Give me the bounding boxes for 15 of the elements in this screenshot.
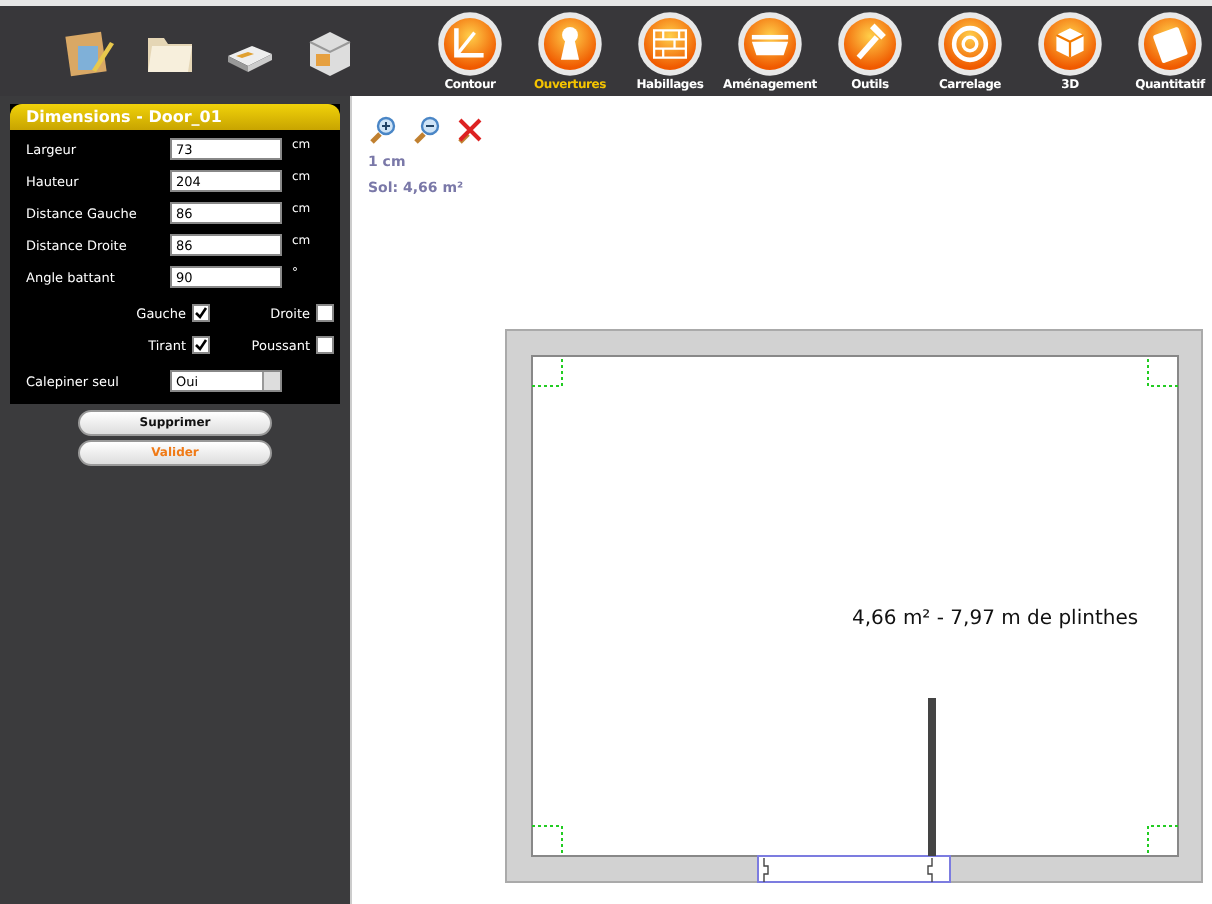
- checkbox[interactable]: [192, 304, 210, 322]
- room-dimension-label: 4,66 m² - 7,97 m de plinthes: [852, 608, 1139, 630]
- hammer-icon: [836, 10, 904, 78]
- panel-title: Dimensions - Door_01: [10, 104, 340, 130]
- door-drawing[interactable]: [757, 698, 951, 883]
- bathtub-icon: [736, 10, 804, 78]
- cube-icon: [1036, 10, 1104, 78]
- close-icon[interactable]: [456, 116, 484, 144]
- checkbox[interactable]: [192, 336, 210, 354]
- checkbox[interactable]: [316, 304, 334, 322]
- keyhole-icon: [536, 10, 604, 78]
- brick-wall-icon: [636, 10, 704, 78]
- zoom-out-icon[interactable]: [412, 116, 440, 144]
- checkbox[interactable]: [316, 336, 334, 354]
- zoom-in-icon[interactable]: [368, 116, 396, 144]
